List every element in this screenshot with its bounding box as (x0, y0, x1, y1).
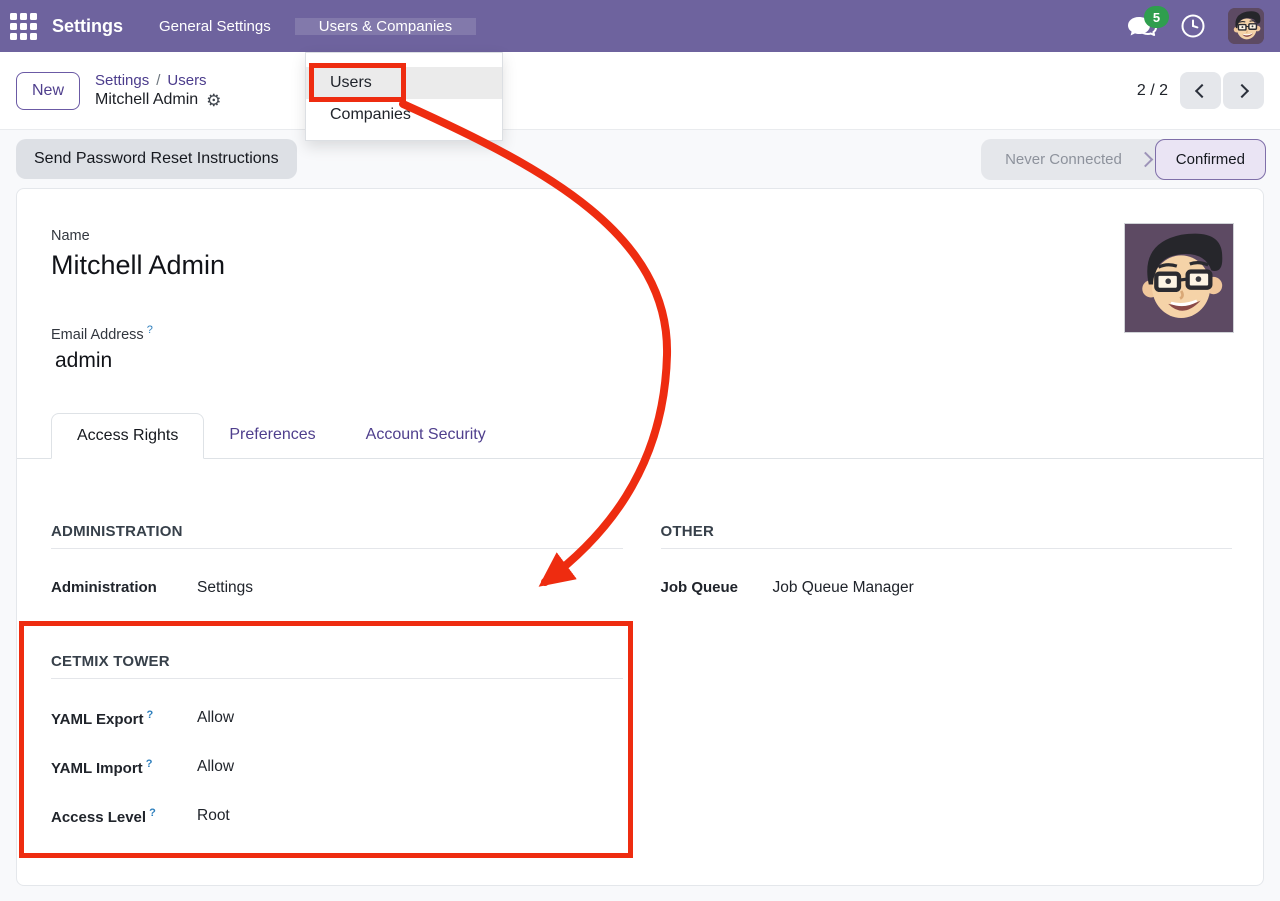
stage-never-connected[interactable]: Never Connected (1005, 151, 1122, 168)
user-menu-avatar[interactable] (1228, 8, 1264, 44)
send-password-reset-button[interactable]: Send Password Reset Instructions (16, 139, 297, 179)
avatar-cartoon-image (1125, 224, 1233, 332)
statusbar: Never Connected Confirmed (981, 139, 1266, 180)
field-row: Job Queue Job Queue Manager (661, 579, 1233, 597)
pager-count: 2 / 2 (1137, 82, 1168, 100)
form-sheet: Name Mitchell Admin Email Address? admin… (16, 188, 1264, 886)
email-field-value[interactable]: admin (51, 348, 1263, 374)
yaml-export-field-value[interactable]: Allow (197, 709, 234, 728)
new-button[interactable]: New (16, 72, 80, 110)
breadcrumb-link-users[interactable]: Users (167, 72, 206, 89)
avatar-cartoon-icon (1228, 8, 1264, 44)
administration-field-value[interactable]: Settings (197, 579, 253, 597)
breadcrumb-link-settings[interactable]: Settings (95, 72, 149, 89)
yaml-import-help-icon[interactable]: ? (146, 758, 153, 770)
dropdown-item-companies[interactable]: Companies (306, 99, 502, 131)
notebook-tabs: Access Rights Preferences Account Securi… (17, 413, 1263, 459)
group-other-title: OTHER (661, 523, 1233, 549)
odoo-settings-user-form-page: Settings General Settings Users & Compan… (0, 0, 1280, 901)
menu-general-settings[interactable]: General Settings (135, 18, 295, 35)
yaml-import-field-label: YAML Import? (51, 758, 197, 777)
yaml-export-field-label: YAML Export? (51, 709, 197, 728)
name-field-value[interactable]: Mitchell Admin (51, 247, 1263, 283)
messages-button[interactable]: 5 (1126, 11, 1158, 41)
record-pager: 2 / 2 (1137, 72, 1264, 109)
tab-preferences[interactable]: Preferences (204, 413, 340, 458)
chevron-right-icon (1235, 83, 1249, 97)
messages-count-badge: 5 (1144, 6, 1169, 28)
pager-previous-button[interactable] (1180, 72, 1221, 109)
name-field-label: Name (51, 189, 1263, 245)
group-administration-title: ADMINISTRATION (51, 523, 623, 549)
job-queue-field-label: Job Queue (661, 579, 773, 597)
stage-confirmed[interactable]: Confirmed (1155, 139, 1266, 180)
control-panel: New Settings / Users Mitchell Admin ⚙ 2 … (0, 52, 1280, 130)
group-other: OTHER Job Queue Job Queue Manager (661, 523, 1233, 597)
app-brand-title[interactable]: Settings (46, 16, 135, 37)
dropdown-item-users[interactable]: Users (306, 67, 502, 99)
access-level-help-icon[interactable]: ? (149, 807, 156, 819)
tab-account-security[interactable]: Account Security (341, 413, 511, 458)
job-queue-field-value[interactable]: Job Queue Manager (773, 579, 914, 597)
user-photo[interactable] (1124, 223, 1234, 333)
field-row: Access Level? Root (51, 807, 623, 826)
users-companies-dropdown: Users Companies (305, 52, 503, 141)
access-level-field-value[interactable]: Root (197, 807, 230, 826)
tab-access-rights[interactable]: Access Rights (51, 413, 204, 459)
field-row: YAML Import? Allow (51, 758, 623, 777)
yaml-import-field-value[interactable]: Allow (197, 758, 234, 777)
group-cetmix-tower: CETMIX TOWER YAML Export? Allow YAML Imp… (51, 653, 623, 826)
email-field-label: Email Address? (51, 321, 1263, 344)
pager-next-button[interactable] (1223, 72, 1264, 109)
yaml-export-help-icon[interactable]: ? (147, 709, 154, 721)
apps-grid-icon (10, 13, 37, 40)
chevron-left-icon (1195, 83, 1209, 97)
breadcrumb: Settings / Users Mitchell Admin ⚙ (95, 72, 221, 109)
actions-gear-icon[interactable]: ⚙ (206, 92, 221, 109)
breadcrumb-separator: / (156, 72, 160, 89)
email-help-icon[interactable]: ? (147, 324, 153, 336)
activities-clock-button[interactable] (1180, 13, 1206, 39)
group-administration: ADMINISTRATION Administration Settings (51, 523, 623, 597)
administration-field-label: Administration (51, 579, 197, 597)
breadcrumb-current-record: Mitchell Admin (95, 91, 198, 109)
top-navbar: Settings General Settings Users & Compan… (0, 0, 1280, 52)
form-statusbar-row: Send Password Reset Instructions Never C… (0, 130, 1280, 188)
field-row: Administration Settings (51, 579, 623, 597)
menu-users-and-companies[interactable]: Users & Companies (295, 18, 476, 35)
access-rights-groups: ADMINISTRATION Administration Settings O… (17, 523, 1263, 826)
group-cetmix-tower-title: CETMIX TOWER (51, 653, 623, 679)
stage-chevron-icon (1138, 151, 1154, 167)
access-level-field-label: Access Level? (51, 807, 197, 826)
apps-menu-button[interactable] (0, 13, 46, 40)
field-row: YAML Export? Allow (51, 709, 623, 728)
